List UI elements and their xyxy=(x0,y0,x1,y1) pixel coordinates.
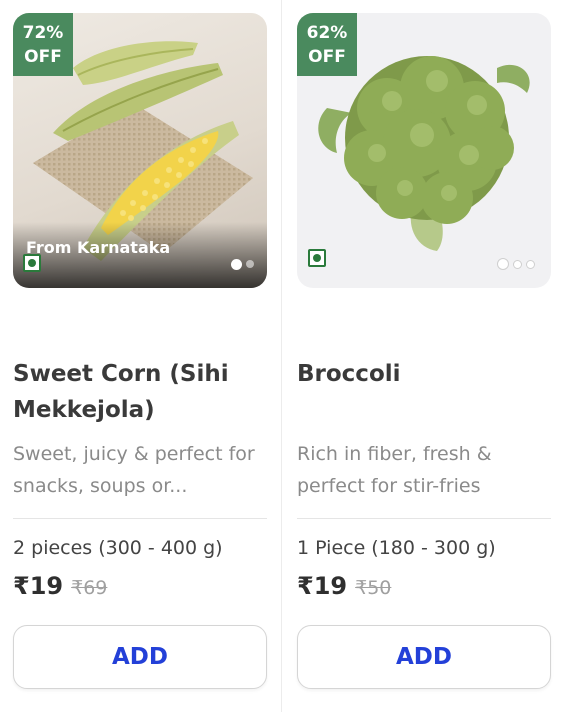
mrp-price: ₹50 xyxy=(355,577,392,599)
image-carousel-dots[interactable] xyxy=(231,259,254,270)
carousel-dot[interactable] xyxy=(497,258,509,270)
origin-label: From Karnataka xyxy=(26,238,171,257)
discount-badge: 72% OFF xyxy=(13,13,73,76)
selling-price: ₹19 xyxy=(13,572,64,600)
carousel-dot[interactable] xyxy=(231,259,242,270)
product-name[interactable]: Sweet Corn (Sihi Mekkejola) xyxy=(13,356,267,428)
discount-percent: 62% xyxy=(306,22,348,43)
selling-price: ₹19 xyxy=(297,572,348,600)
card-separator xyxy=(13,518,267,519)
product-description: Rich in fiber, fresh & perfect for stir-… xyxy=(297,443,492,497)
carousel-dot[interactable] xyxy=(513,260,522,269)
add-to-cart-button[interactable]: ADD xyxy=(297,625,551,689)
card-divider xyxy=(281,0,282,712)
product-description: Sweet, juicy & perfect for snacks, soups… xyxy=(13,443,255,497)
quantity-label: 1 Piece xyxy=(297,537,366,559)
weight-label: (180 - 300 g) xyxy=(371,537,496,559)
product-quantity: 2 pieces (300 - 400 g) xyxy=(13,537,229,559)
discount-off-label: OFF xyxy=(24,46,62,67)
product-quantity: 1 Piece (180 - 300 g) xyxy=(297,537,502,559)
product-name[interactable]: Broccoli xyxy=(297,356,551,392)
discount-off-label: OFF xyxy=(308,46,346,67)
mrp-price: ₹69 xyxy=(71,577,108,599)
carousel-dot[interactable] xyxy=(246,260,254,268)
veg-indicator-icon xyxy=(308,249,326,267)
image-carousel-dots[interactable] xyxy=(497,258,535,270)
price-row: ₹19 ₹69 xyxy=(13,572,107,600)
discount-badge: 62% OFF xyxy=(297,13,357,76)
card-separator xyxy=(297,518,551,519)
product-card-broccoli[interactable]: 62% OFF Broccoli Rich in fiber, fresh & … xyxy=(297,0,551,712)
quantity-label: 2 pieces xyxy=(13,537,93,559)
add-to-cart-button[interactable]: ADD xyxy=(13,625,267,689)
carousel-dot[interactable] xyxy=(526,260,535,269)
weight-label: (300 - 400 g) xyxy=(98,537,223,559)
product-card-sweet-corn[interactable]: 72% OFF From Karnataka Sweet Corn (Sihi … xyxy=(13,0,267,712)
discount-percent: 72% xyxy=(22,22,64,43)
price-row: ₹19 ₹50 xyxy=(297,572,391,600)
